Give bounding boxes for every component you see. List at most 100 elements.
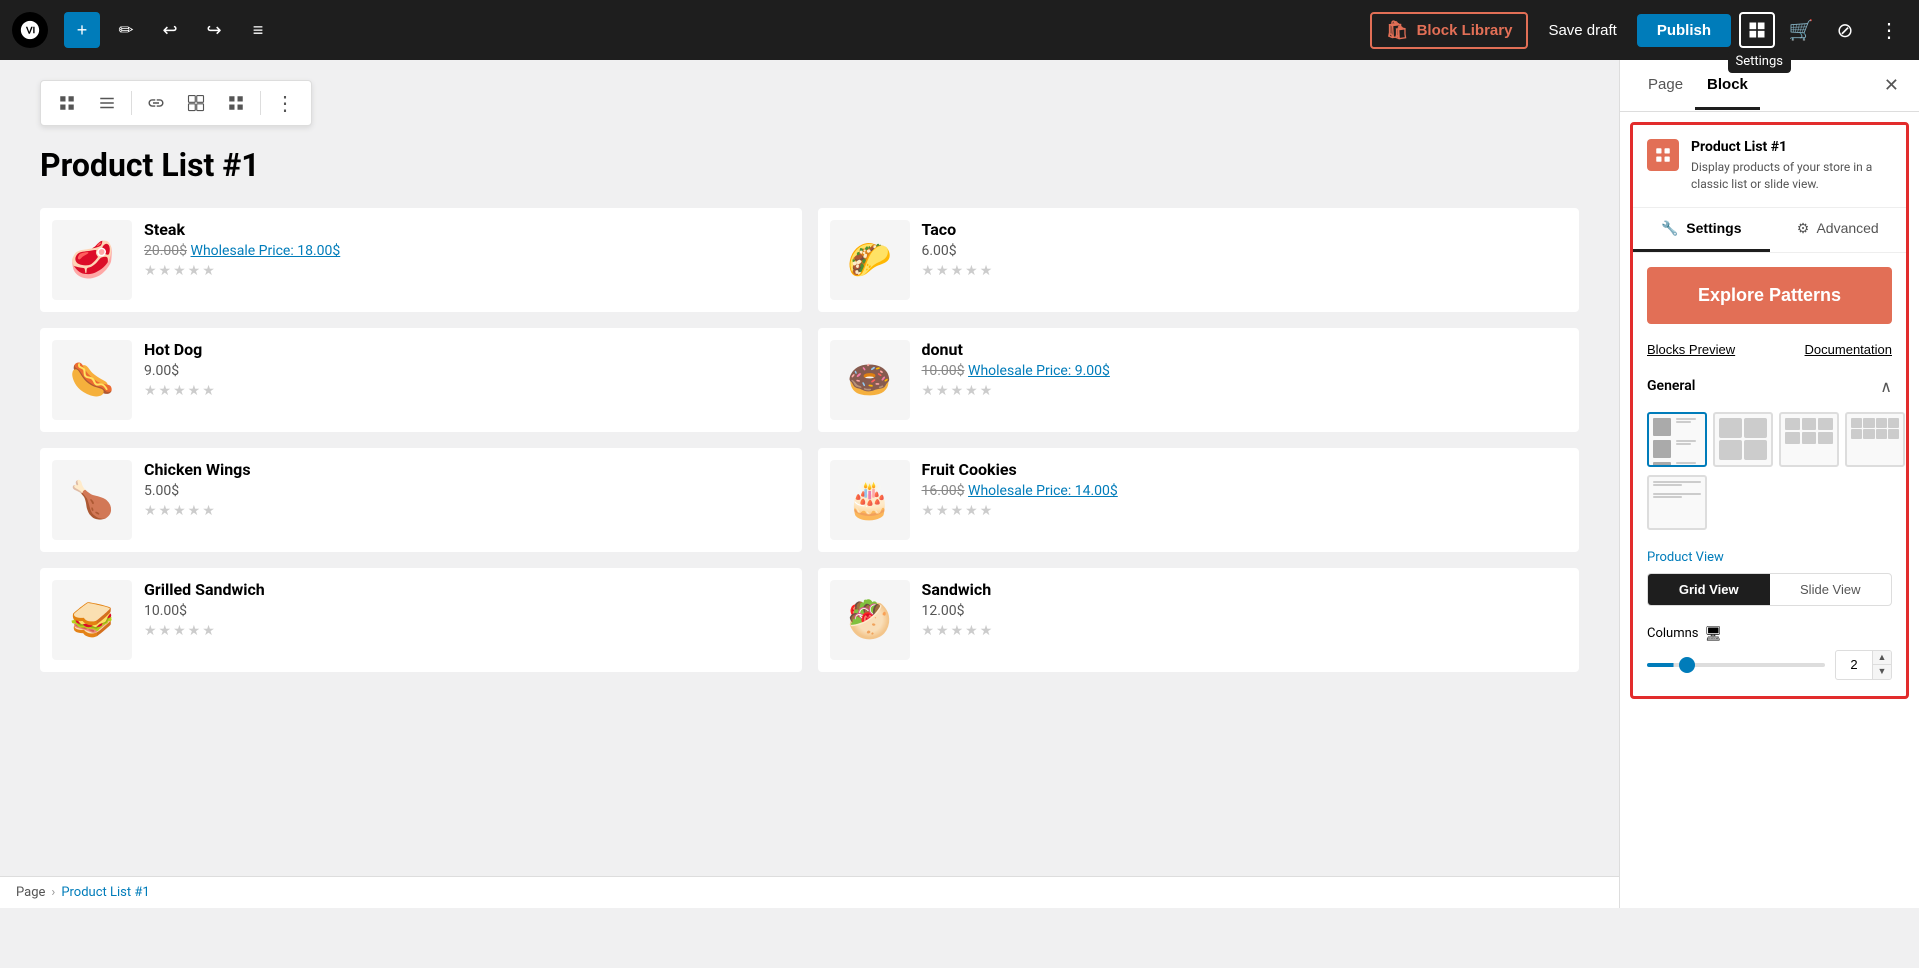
star-rating: ★★★★★ bbox=[144, 383, 790, 399]
general-toggle-icon: ∧ bbox=[1880, 377, 1892, 396]
save-draft-button[interactable]: Save draft bbox=[1536, 16, 1628, 45]
toolbar-divider-2 bbox=[260, 91, 261, 115]
blocks-preview-link[interactable]: Blocks Preview bbox=[1647, 342, 1735, 357]
panel-links: Blocks Preview Documentation bbox=[1633, 338, 1906, 369]
redo-button[interactable]: ↪ bbox=[196, 12, 232, 48]
layout-option-1[interactable] bbox=[1647, 412, 1707, 467]
product-price: 16.00$ Wholesale Price: 14.00$ bbox=[922, 483, 1568, 499]
product-price: 10.00$ bbox=[144, 603, 790, 619]
publish-button[interactable]: Publish bbox=[1637, 14, 1731, 47]
block-toolbar-more-btn[interactable]: ⋮ bbox=[267, 85, 303, 121]
block-toolbar-btn-1[interactable] bbox=[49, 85, 85, 121]
tab-page[interactable]: Page bbox=[1636, 62, 1695, 110]
columns-input[interactable]: 2 bbox=[1836, 653, 1872, 676]
block-toolbar-btn-2[interactable] bbox=[89, 85, 125, 121]
breadcrumb: Page › Product List #1 bbox=[0, 876, 1619, 908]
add-block-button[interactable]: + bbox=[64, 12, 100, 48]
product-view-section: Product View Grid View Slide View bbox=[1633, 538, 1906, 618]
star-rating: ★★★★★ bbox=[144, 263, 790, 279]
columns-input-wrap: 2 ▲ ▼ bbox=[1835, 650, 1892, 680]
star-rating: ★★★★★ bbox=[922, 383, 1568, 399]
documentation-link[interactable]: Documentation bbox=[1805, 342, 1892, 357]
product-image: 🎂 bbox=[830, 460, 910, 540]
edit-button[interactable]: ✏ bbox=[108, 12, 144, 48]
block-name: Product List #1 bbox=[1691, 139, 1892, 155]
general-header[interactable]: General ∧ bbox=[1647, 369, 1892, 404]
breadcrumb-page[interactable]: Page bbox=[16, 885, 45, 900]
list-item: 🥙 Sandwich 12.00$ ★★★★★ bbox=[818, 568, 1580, 672]
layout-option-3[interactable] bbox=[1779, 412, 1839, 467]
layout-option-2[interactable] bbox=[1713, 412, 1773, 467]
product-price: 6.00$ bbox=[922, 243, 1568, 259]
product-image: 🌮 bbox=[830, 220, 910, 300]
list-item: 🍩 donut 10.00$ Wholesale Price: 9.00$ ★★… bbox=[818, 328, 1580, 432]
toolbar-divider bbox=[131, 91, 132, 115]
star-rating: ★★★★★ bbox=[144, 623, 790, 639]
layout-option-5[interactable] bbox=[1647, 475, 1707, 530]
block-toolbar-btn-4[interactable] bbox=[178, 85, 214, 121]
product-name: Steak bbox=[144, 220, 790, 239]
layout-options-grid bbox=[1647, 412, 1892, 467]
block-toolbar: ⋮ bbox=[40, 80, 312, 126]
products-grid: 🥩 Steak 20.00$ Wholesale Price: 18.00$ ★… bbox=[40, 208, 1579, 672]
block-library-button[interactable]: 🛍 Block Library bbox=[1370, 12, 1529, 49]
wp-logo[interactable] bbox=[12, 12, 48, 48]
block-toolbar-btn-5[interactable] bbox=[218, 85, 254, 121]
woo-button[interactable]: 🛒 bbox=[1783, 12, 1819, 48]
list-item: 🍗 Chicken Wings 5.00$ ★★★★★ bbox=[40, 448, 802, 552]
undo-button[interactable]: ↩ bbox=[152, 12, 188, 48]
columns-slider[interactable] bbox=[1647, 663, 1825, 667]
product-image: 🥪 bbox=[52, 580, 132, 660]
product-name: Grilled Sandwich bbox=[144, 580, 790, 599]
explore-patterns-button[interactable]: Explore Patterns bbox=[1647, 267, 1892, 324]
extensions-button[interactable]: ⊘ bbox=[1827, 12, 1863, 48]
product-name: donut bbox=[922, 340, 1568, 359]
product-name: Chicken Wings bbox=[144, 460, 790, 479]
tab-advanced[interactable]: ⚙ Advanced bbox=[1770, 208, 1907, 252]
product-price: 10.00$ Wholesale Price: 9.00$ bbox=[922, 363, 1568, 379]
list-item: 🥩 Steak 20.00$ Wholesale Price: 18.00$ ★… bbox=[40, 208, 802, 312]
product-price: 20.00$ Wholesale Price: 18.00$ bbox=[144, 243, 790, 259]
product-price: 9.00$ bbox=[144, 363, 790, 379]
product-view-label: Product View bbox=[1647, 550, 1892, 565]
product-image: 🍩 bbox=[830, 340, 910, 420]
block-icon bbox=[1647, 139, 1679, 171]
columns-decrement-button[interactable]: ▼ bbox=[1873, 665, 1891, 679]
more-options-button[interactable]: ⋮ bbox=[1871, 12, 1907, 48]
tab-settings[interactable]: 🔧 Settings bbox=[1633, 208, 1770, 252]
editor-area: ⋮ Product List #1 🥩 Steak 20.00$ Wholesa… bbox=[0, 60, 1619, 908]
product-image: 🥩 bbox=[52, 220, 132, 300]
list-item: 🎂 Fruit Cookies 16.00$ Wholesale Price: … bbox=[818, 448, 1580, 552]
layout-option-4[interactable] bbox=[1845, 412, 1905, 467]
columns-section: Columns 🖥 2 ▲ ▼ bbox=[1633, 618, 1906, 696]
list-item: 🌭 Hot Dog 9.00$ ★★★★★ bbox=[40, 328, 802, 432]
product-price: 5.00$ bbox=[144, 483, 790, 499]
star-rating: ★★★★★ bbox=[144, 503, 790, 519]
product-image: 🍗 bbox=[52, 460, 132, 540]
monitor-icon: 🖥 bbox=[1705, 626, 1723, 642]
block-library-label: Block Library bbox=[1417, 22, 1513, 39]
columns-increment-button[interactable]: ▲ bbox=[1873, 651, 1891, 665]
list-item: 🥪 Grilled Sandwich 10.00$ ★★★★★ bbox=[40, 568, 802, 672]
general-title: General bbox=[1647, 378, 1695, 394]
star-rating: ★★★★★ bbox=[922, 263, 1568, 279]
breadcrumb-separator: › bbox=[51, 885, 55, 900]
product-name: Taco bbox=[922, 220, 1568, 239]
right-sidebar: Page Block ✕ Product List #1 bbox=[1619, 60, 1919, 908]
settings-button[interactable] bbox=[1739, 12, 1775, 48]
slide-view-button[interactable]: Slide View bbox=[1770, 574, 1892, 605]
star-rating: ★★★★★ bbox=[922, 503, 1568, 519]
view-toggle: Grid View Slide View bbox=[1647, 573, 1892, 606]
grid-view-button[interactable]: Grid View bbox=[1648, 574, 1770, 605]
sidebar-close-button[interactable]: ✕ bbox=[1880, 71, 1903, 100]
settings-tooltip: Settings bbox=[1728, 50, 1791, 73]
top-bar: + ✏ ↩ ↪ ≡ 🛍 Block Library Save draft Pub… bbox=[0, 0, 1919, 60]
advanced-gear-icon: ⚙ bbox=[1797, 220, 1810, 236]
product-name: Sandwich bbox=[922, 580, 1568, 599]
star-rating: ★★★★★ bbox=[922, 623, 1568, 639]
breadcrumb-block[interactable]: Product List #1 bbox=[61, 885, 149, 900]
general-section: General ∧ bbox=[1633, 369, 1906, 530]
main-wrapper: ⋮ Product List #1 🥩 Steak 20.00$ Wholesa… bbox=[0, 60, 1919, 908]
list-view-button[interactable]: ≡ bbox=[240, 12, 276, 48]
block-toolbar-btn-3[interactable] bbox=[138, 85, 174, 121]
